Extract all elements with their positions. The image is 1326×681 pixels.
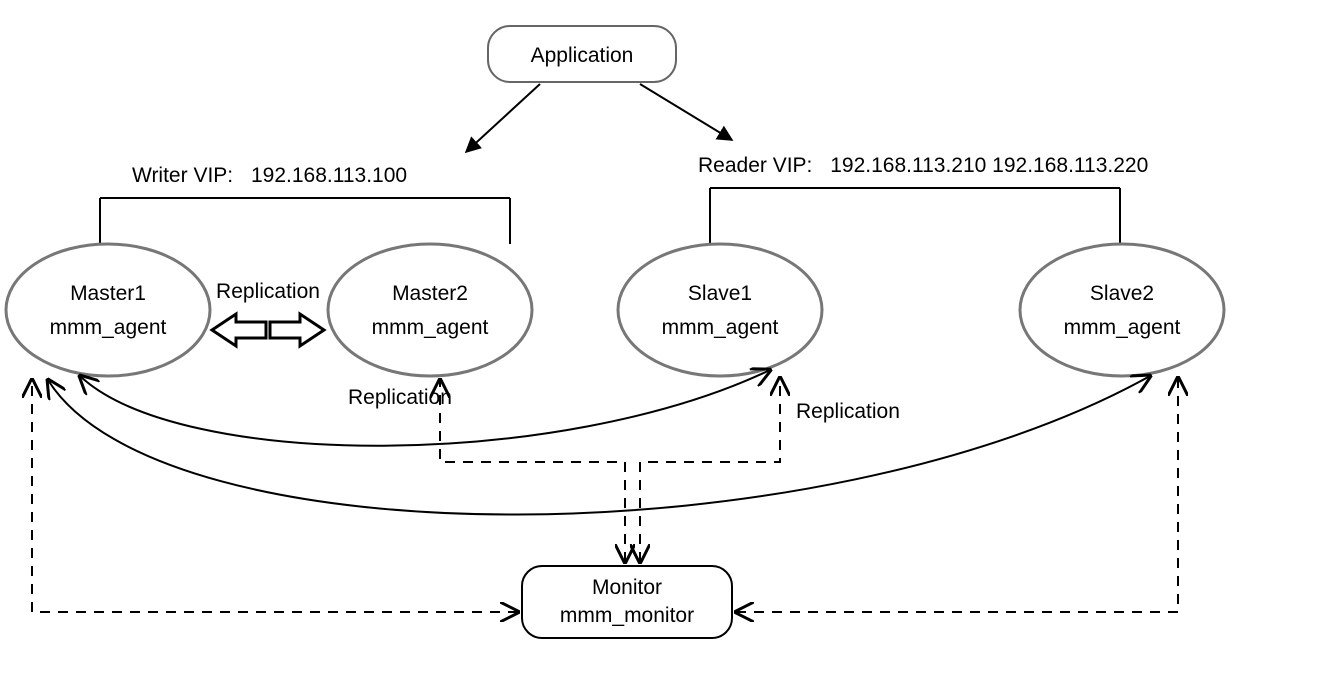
reader-vip-label: Reader VIP: 192.168.113.210 192.168.113.… — [698, 154, 1148, 177]
writer-vip-label: Writer VIP: 192.168.113.100 — [132, 164, 407, 187]
master2-title: Master2 — [392, 282, 468, 305]
application-label: Application — [531, 44, 634, 67]
replication-masters-label: Replication — [216, 280, 320, 303]
replication-double-arrow — [212, 314, 324, 346]
slave1-subtitle: mmm_agent — [662, 316, 779, 339]
monitor-to-master2 — [440, 380, 625, 562]
writer-bracket — [100, 198, 510, 244]
diagram-canvas: Application Writer VIP: 192.168.113.100 … — [0, 0, 1326, 681]
monitor-title: Monitor — [592, 576, 662, 599]
reader-bracket — [710, 188, 1120, 244]
arrow-app-to-writer — [466, 84, 540, 152]
slave2-node: Slave2 mmm_agent — [1020, 244, 1224, 376]
monitor-subtitle: mmm_monitor — [560, 604, 694, 627]
replication-right-label: Replication — [796, 400, 900, 423]
master1-title: Master1 — [70, 282, 146, 305]
master1-node: Master1 mmm_agent — [6, 244, 210, 376]
slave2-subtitle: mmm_agent — [1064, 316, 1181, 339]
master2-subtitle: mmm_agent — [372, 316, 489, 339]
monitor-node: Monitor mmm_monitor — [522, 566, 732, 638]
master1-subtitle: mmm_agent — [50, 316, 167, 339]
application-node: Application — [488, 26, 676, 82]
slave1-title: Slave1 — [688, 282, 752, 305]
monitor-to-slave1 — [640, 378, 780, 562]
monitor-to-master1 — [32, 380, 518, 612]
replication-master1-slave2 — [48, 376, 1150, 515]
arrow-app-to-reader — [640, 84, 732, 140]
slave2-title: Slave2 — [1090, 282, 1154, 305]
master2-node: Master2 mmm_agent — [328, 244, 532, 376]
slave1-node: Slave1 mmm_agent — [618, 244, 822, 376]
replication-mid-label: Replication — [348, 386, 452, 409]
